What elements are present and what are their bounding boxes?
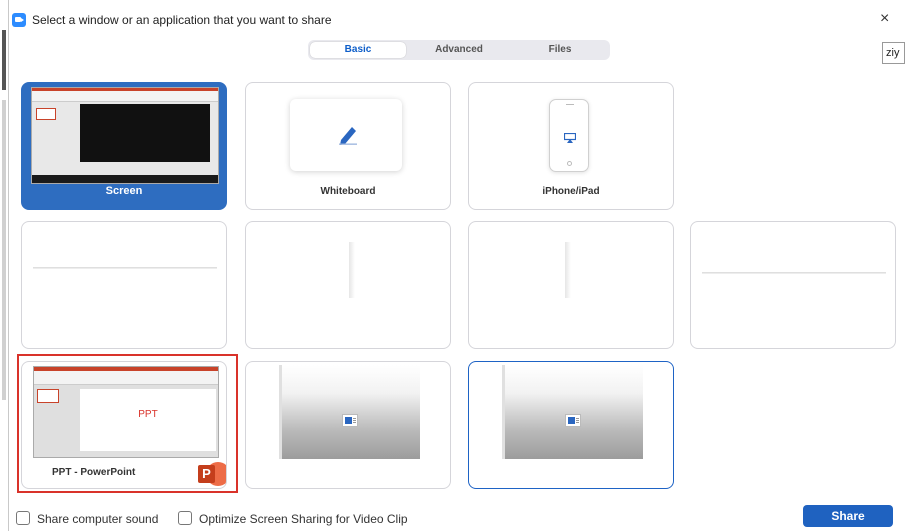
share-option-label: PPT - PowerPoint [52, 467, 136, 478]
screen-preview-thumbnail [31, 87, 219, 184]
tab-basic[interactable]: Basic [310, 42, 406, 58]
window-preview-line [565, 242, 571, 298]
share-button[interactable]: Share [803, 505, 893, 527]
window-preview-thumbnail [279, 365, 420, 459]
share-option-window[interactable] [21, 221, 227, 349]
share-option-window[interactable] [468, 221, 674, 349]
window-preview-line [33, 267, 217, 269]
share-option-label: iPhone/iPad [542, 186, 600, 197]
window-icon [342, 414, 358, 427]
share-sound-label: Share computer sound [37, 512, 159, 526]
ppt-slide-text: PPT [138, 409, 158, 420]
share-option-iphone-ipad[interactable]: iPhone/iPad [468, 82, 674, 210]
dialog-title: Select a window or an application that y… [32, 13, 332, 27]
share-option-label: Screen [105, 185, 143, 197]
share-option-window[interactable] [245, 361, 451, 489]
share-option-whiteboard[interactable]: Whiteboard [245, 82, 451, 210]
share-sound-checkbox[interactable] [16, 511, 30, 525]
background-window-edge [0, 0, 10, 531]
window-preview-line [349, 242, 355, 298]
share-option-window[interactable] [245, 221, 451, 349]
tab-bar: Basic Advanced Files [308, 40, 610, 60]
optimize-video-checkbox[interactable] [178, 511, 192, 525]
pen-icon [339, 127, 357, 145]
side-tag: ziy [882, 42, 905, 64]
close-icon[interactable]: × [880, 10, 889, 28]
share-option-window[interactable] [468, 361, 674, 489]
share-option-ppt-powerpoint[interactable]: PPT PPT - PowerPoint P [21, 361, 227, 489]
dialog-titlebar: Select a window or an application that y… [10, 8, 905, 32]
share-option-label: Whiteboard [320, 186, 376, 197]
airplay-icon [564, 133, 576, 143]
optimize-video-label: Optimize Screen Sharing for Video Clip [199, 512, 408, 526]
tab-advanced[interactable]: Advanced [411, 42, 507, 58]
whiteboard-preview [290, 99, 402, 171]
share-option-window[interactable] [690, 221, 896, 349]
powerpoint-icon: P [198, 462, 226, 488]
window-icon [565, 414, 581, 427]
ppt-preview-thumbnail: PPT [33, 366, 219, 458]
share-option-screen[interactable]: Screen [21, 82, 227, 210]
window-preview-line [702, 272, 886, 274]
zoom-app-icon [12, 13, 26, 27]
phone-preview [549, 99, 589, 172]
tab-files[interactable]: Files [512, 42, 608, 58]
window-preview-thumbnail [502, 365, 643, 459]
